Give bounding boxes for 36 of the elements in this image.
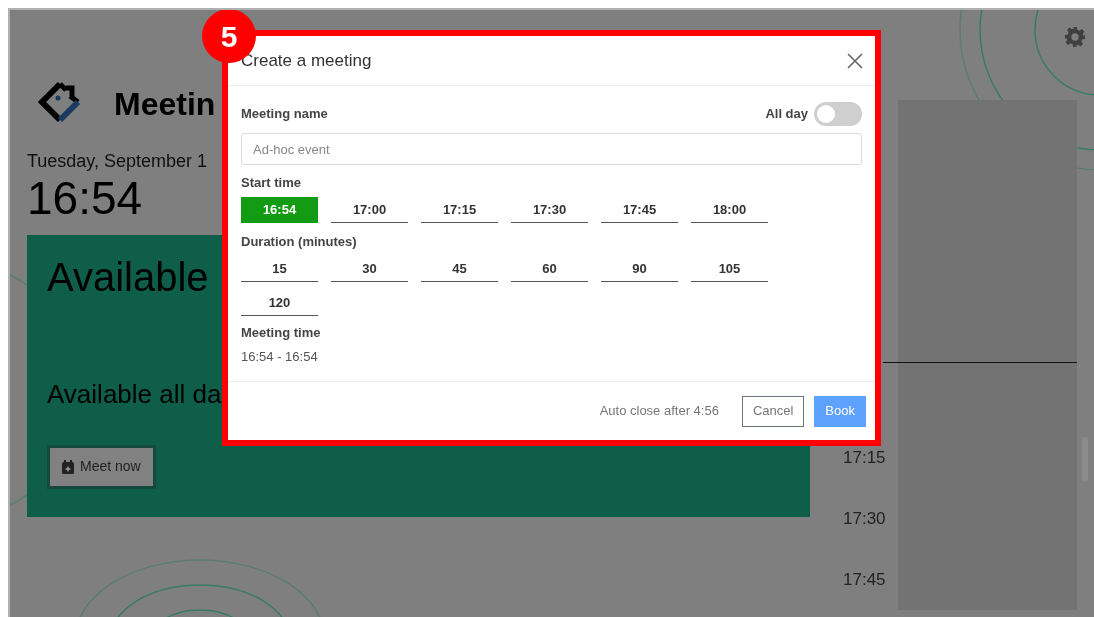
all-day-toggle[interactable] xyxy=(814,102,862,126)
meet-now-button[interactable]: Meet now xyxy=(47,444,156,489)
option-button[interactable]: 17:45 xyxy=(601,197,678,223)
settings-icon[interactable] xyxy=(1064,26,1086,48)
option-button[interactable]: 30 xyxy=(331,256,408,282)
calendar-plus-icon xyxy=(62,459,74,474)
option-button[interactable]: 60 xyxy=(511,256,588,282)
option-button[interactable]: 90 xyxy=(601,256,678,282)
option-button[interactable]: 45 xyxy=(421,256,498,282)
close-button[interactable] xyxy=(845,50,865,71)
option-button[interactable]: 17:15 xyxy=(421,197,498,223)
meeting-time-value: 16:54 - 16:54 xyxy=(241,349,319,365)
status-detail: Available all da xyxy=(47,380,222,407)
option-button[interactable]: 17:30 xyxy=(511,197,588,223)
option-button[interactable]: 17:00 xyxy=(331,197,408,223)
status-text: Available xyxy=(47,253,209,297)
field-label: Meeting time xyxy=(241,325,322,341)
field-label: Meeting name xyxy=(241,105,328,124)
date-text: Tuesday, September 1 xyxy=(27,150,208,173)
meeting-name-field[interactable]: Ad-hoc event xyxy=(241,133,862,165)
field-label: Duration (minutes) xyxy=(241,234,358,250)
clock-text: 16:54 xyxy=(27,174,143,221)
option-button[interactable]: 120 xyxy=(241,290,318,316)
time-label: 17:45 xyxy=(843,571,886,588)
toggle-label: All day xyxy=(765,105,808,124)
close-icon xyxy=(847,52,863,69)
option-button[interactable]: 18:00 xyxy=(691,197,768,223)
time-label: 17:15 xyxy=(843,449,886,466)
option-button[interactable]: 105 xyxy=(691,256,768,282)
option-button[interactable]: 16:54 xyxy=(241,197,318,223)
app-title: Meetin xyxy=(114,88,216,120)
cancel-button[interactable]: Cancel xyxy=(741,395,805,427)
field-label: Start time xyxy=(241,175,302,191)
time-label: 17:30 xyxy=(843,510,886,527)
auto-close-text: Auto close after 4:56 xyxy=(599,402,719,421)
option-button[interactable]: 15 xyxy=(241,256,318,282)
